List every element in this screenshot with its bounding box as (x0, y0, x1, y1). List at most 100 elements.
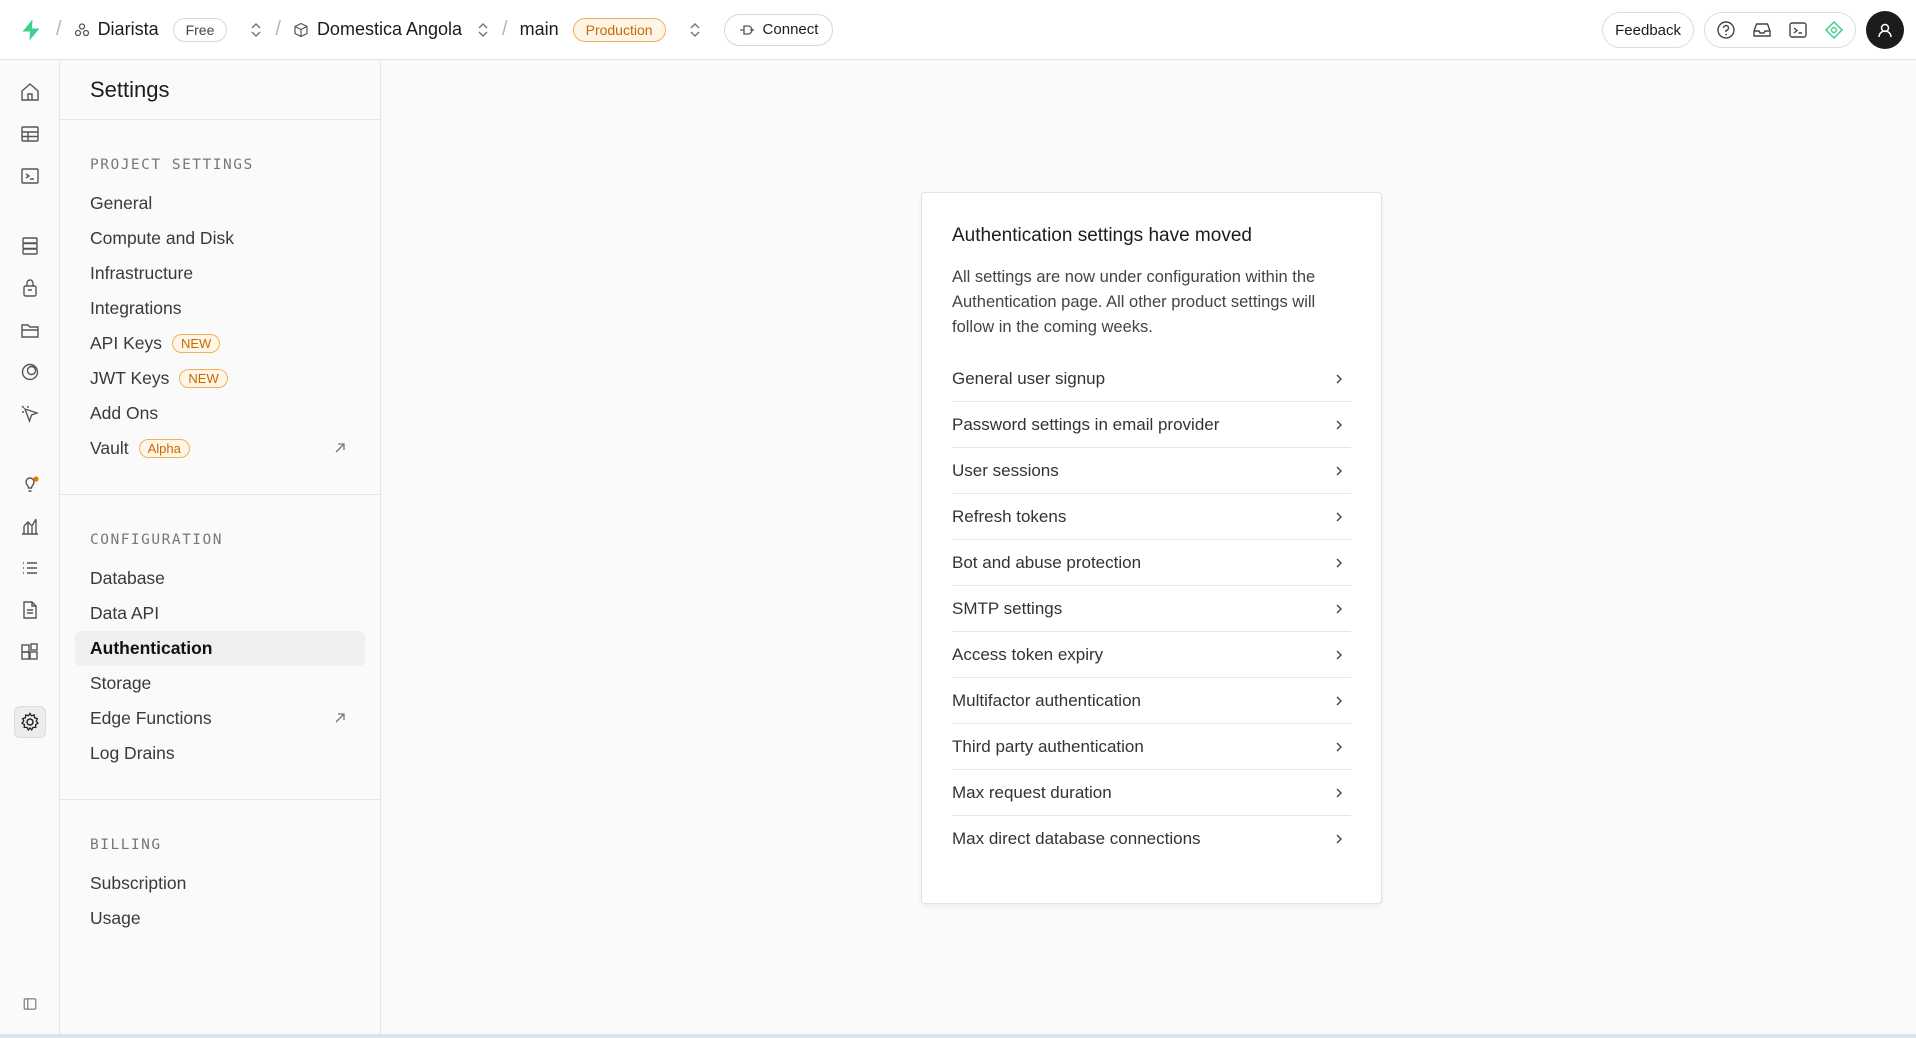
supabase-logo-icon[interactable] (18, 17, 44, 43)
chevron-right-icon (1336, 466, 1342, 475)
link-row-multifactor-authentication[interactable]: Multifactor authentication (952, 678, 1351, 724)
link-row-refresh-tokens[interactable]: Refresh tokens (952, 494, 1351, 540)
settings-panel: Settings PROJECT SETTINGS General Comput… (60, 60, 381, 1038)
link-row-user-sessions[interactable]: User sessions (952, 448, 1351, 494)
org-name: Diarista (97, 19, 159, 39)
advisors-lightbulb-icon[interactable] (14, 468, 46, 500)
nav-item-api-keys[interactable]: API Keys NEW (75, 326, 365, 361)
nav-item-vault[interactable]: Vault Alpha (75, 431, 365, 466)
nav-item-label: Infrastructure (90, 263, 194, 283)
collapse-sidebar-icon[interactable] (14, 988, 46, 1020)
chevron-right-icon (1336, 604, 1342, 613)
api-docs-icon[interactable] (14, 594, 46, 626)
nav-item-label: Subscription (90, 873, 187, 893)
nav-item-compute-and-disk[interactable]: Compute and Disk (75, 221, 365, 256)
link-label: Access token expiry (952, 644, 1104, 664)
chevron-up-down-icon[interactable] (249, 21, 263, 39)
link-row-general-user-signup[interactable]: General user signup (952, 356, 1351, 402)
chevron-up-down-icon[interactable] (476, 21, 490, 39)
link-label: Bot and abuse protection (952, 552, 1142, 572)
nav-item-label: Log Drains (90, 743, 175, 763)
new-badge: NEW (179, 369, 228, 388)
link-row-access-token-expiry[interactable]: Access token expiry (952, 632, 1351, 678)
breadcrumb-separator: / (502, 18, 508, 40)
integrations-blocks-icon[interactable] (14, 636, 46, 668)
chevron-right-icon (1336, 696, 1342, 705)
nav-item-label: Storage (90, 673, 152, 693)
nav-item-jwt-keys[interactable]: JWT Keys NEW (75, 361, 365, 396)
breadcrumb-separator: / (275, 18, 281, 40)
nav-item-label: Compute and Disk (90, 228, 234, 248)
configuration-section: CONFIGURATION Database Data API Authenti… (60, 495, 380, 800)
chevron-right-icon (1336, 558, 1342, 567)
new-badge: NEW (171, 334, 221, 353)
nav-item-label: Add Ons (90, 403, 159, 423)
nav-item-add-ons[interactable]: Add Ons (75, 396, 365, 431)
edge-functions-icon[interactable] (14, 356, 46, 388)
nav-item-usage[interactable]: Usage (75, 901, 365, 936)
database-icon[interactable] (14, 230, 46, 262)
card-description: All settings are now under configuration… (952, 268, 1316, 336)
branch-selector[interactable]: main Production (519, 17, 702, 42)
project-name: Domestica Angola (316, 19, 463, 39)
nav-item-subscription[interactable]: Subscription (75, 866, 365, 901)
settings-gear-icon[interactable] (14, 706, 46, 738)
project-settings-section: PROJECT SETTINGS General Compute and Dis… (60, 120, 380, 495)
link-row-password-settings[interactable]: Password settings in email provider (952, 402, 1351, 448)
billing-section: BILLING Subscription Usage (60, 800, 380, 964)
nav-item-label: Authentication (90, 638, 213, 658)
link-label: Multifactor authentication (952, 690, 1141, 710)
nav-item-label: JWT Keys (90, 368, 170, 388)
sql-editor-icon[interactable] (14, 160, 46, 192)
link-label: SMTP settings (952, 598, 1063, 618)
nav-item-authentication[interactable]: Authentication (75, 631, 365, 666)
plan-badge: Free (172, 17, 228, 42)
breadcrumb-separator: / (56, 18, 62, 40)
chevron-right-icon (1336, 650, 1342, 659)
realtime-cursor-icon[interactable] (14, 398, 46, 430)
link-row-bot-protection[interactable]: Bot and abuse protection (952, 540, 1351, 586)
nav-item-integrations[interactable]: Integrations (75, 291, 365, 326)
chevron-right-icon (1336, 512, 1342, 521)
nav-item-label: Usage (90, 908, 141, 928)
table-editor-icon[interactable] (14, 118, 46, 150)
help-icon[interactable] (1715, 19, 1737, 41)
terminal-icon[interactable] (1787, 19, 1809, 41)
storage-folder-icon[interactable] (14, 314, 46, 346)
icon-rail (0, 60, 60, 1038)
auth-moved-card: Authentication settings have moved All s… (921, 192, 1382, 904)
nav-item-data-api[interactable]: Data API (75, 596, 365, 631)
nav-item-log-drains[interactable]: Log Drains (75, 736, 365, 771)
branch-name: main (519, 19, 559, 39)
nav-item-storage[interactable]: Storage (75, 666, 365, 701)
link-row-third-party-authentication[interactable]: Third party authentication (952, 724, 1351, 770)
auth-lock-icon[interactable] (14, 272, 46, 304)
project-selector[interactable]: Domestica Angola (293, 19, 490, 40)
nav-item-edge-functions[interactable]: Edge Functions (75, 701, 365, 736)
nav-item-database[interactable]: Database (75, 561, 365, 596)
logs-list-icon[interactable] (14, 552, 46, 584)
link-label: Max direct database connections (952, 829, 1201, 848)
assistant-diamond-icon[interactable] (1823, 19, 1845, 41)
nav-item-label: Database (90, 568, 165, 588)
section-title: BILLING (90, 837, 162, 853)
nav-item-infrastructure[interactable]: Infrastructure (75, 256, 365, 291)
nav-item-general[interactable]: General (75, 186, 365, 221)
nav-item-label: Data API (90, 603, 160, 623)
org-selector[interactable]: Diarista Free (74, 17, 264, 42)
topbar-icon-group (1704, 12, 1856, 48)
inbox-icon[interactable] (1751, 19, 1773, 41)
link-row-smtp-settings[interactable]: SMTP settings (952, 586, 1351, 632)
feedback-button[interactable]: Feedback (1602, 12, 1694, 48)
nav-item-label: Edge Functions (90, 708, 212, 728)
link-row-max-request-duration[interactable]: Max request duration (952, 770, 1351, 816)
home-icon[interactable] (14, 76, 46, 108)
chevron-up-down-icon[interactable] (688, 21, 702, 39)
project-box-icon (294, 22, 308, 37)
section-title: CONFIGURATION (90, 532, 223, 548)
user-avatar[interactable] (1866, 11, 1904, 49)
connect-button[interactable]: Connect (723, 13, 834, 46)
bottom-divider (0, 1034, 1916, 1038)
link-row-max-db-connections[interactable]: Max direct database connections (952, 816, 1351, 862)
reports-chart-icon[interactable] (14, 510, 46, 542)
